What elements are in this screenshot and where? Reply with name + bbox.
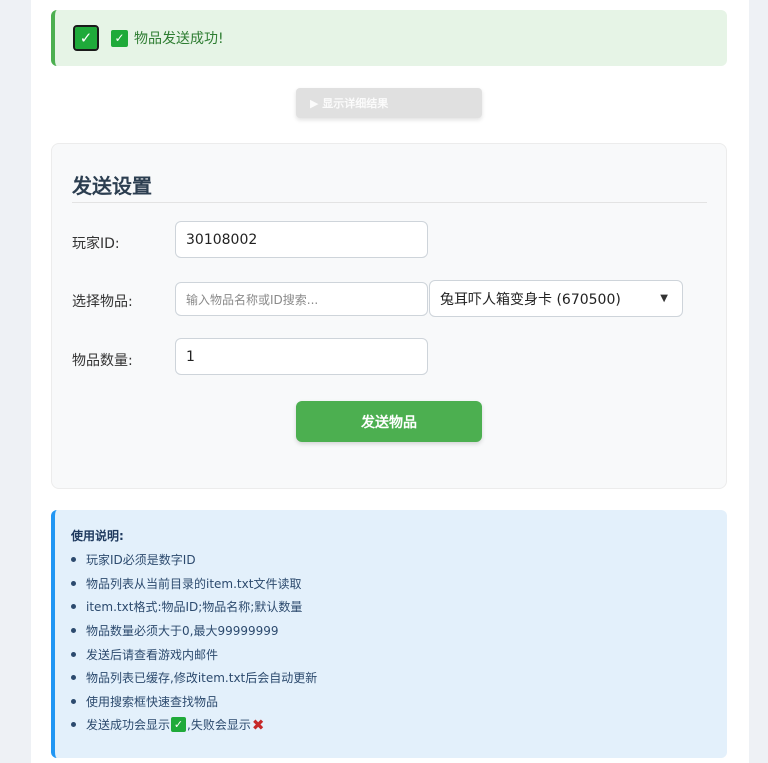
send-item-button[interactable]: 发送物品 [296,401,482,442]
send-settings-panel: 发送设置 玩家ID: 30108002 选择物品: 输入物品名称或ID搜索...… [51,143,727,489]
caret-down-icon: ▼ [660,293,668,304]
main-container: ✓ ✓ 物品发送成功! ▶ 显示详细结果 发送设置 玩家ID: 30108002… [31,0,749,763]
list-item: item.txt格式:物品ID;物品名称;默认数量 [71,595,317,619]
item-search-input[interactable]: 输入物品名称或ID搜索... [175,282,428,316]
check-box-icon: ✓ [73,25,99,51]
instructions-title: 使用说明: [71,529,124,543]
player-id-label: 玩家ID: [72,236,120,252]
quantity-label: 物品数量: [72,353,133,369]
list-item: 发送后请查看游戏内邮件 [71,642,317,666]
list-item: 物品列表从当前目录的item.txt文件读取 [71,572,317,596]
quantity-input[interactable]: 1 [175,338,428,375]
check-mark-icon: ✓ [111,29,128,47]
cross-mark-icon: ✖ [251,715,265,734]
divider [72,202,707,203]
instructions-panel: 使用说明: 玩家ID必须是数字ID 物品列表从当前目录的item.txt文件读取… [51,510,727,758]
item-select-value: 兔耳吓人箱变身卡 (670500) [440,291,621,308]
success-alert: ✓ ✓ 物品发送成功! [51,10,727,66]
list-item: 使用搜索框快速查找物品 [71,690,317,714]
show-details-button[interactable]: ▶ 显示详细结果 [296,88,482,118]
alert-message: 物品发送成功! [134,31,224,47]
list-item: 物品列表已缓存,修改item.txt后会自动更新 [71,666,317,690]
instructions-list: 玩家ID必须是数字ID 物品列表从当前目录的item.txt文件读取 item.… [71,548,317,737]
list-item: 玩家ID必须是数字ID [71,548,317,572]
player-id-input[interactable]: 30108002 [175,221,428,258]
item-select-dropdown[interactable]: 兔耳吓人箱变身卡 (670500) ▼ [429,280,683,317]
list-item: 发送成功会显示 ✓ ,失败会显示 ✖ [71,713,317,737]
item-select-label: 选择物品: [72,294,133,310]
list-item: 物品数量必须大于0,最大99999999 [71,619,317,643]
check-box-icon: ✓ [171,717,187,733]
panel-title: 发送设置 [72,174,152,198]
